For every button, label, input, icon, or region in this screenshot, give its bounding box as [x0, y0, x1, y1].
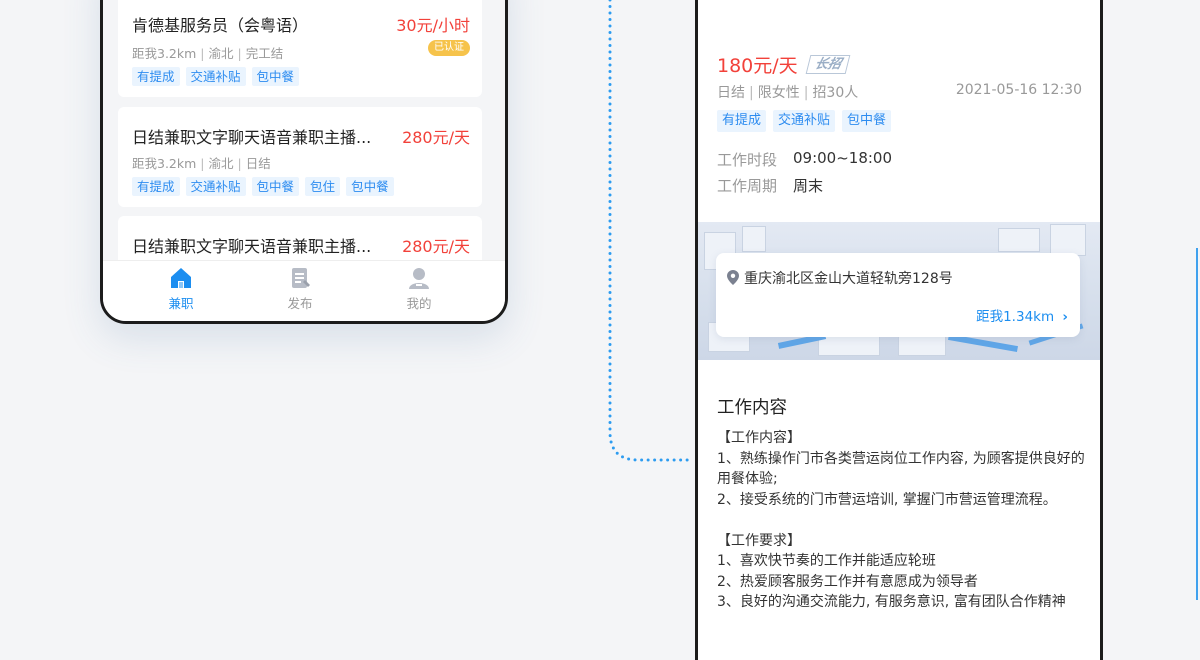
map-building [1050, 224, 1086, 256]
description-line: 【工作内容】 [717, 430, 801, 446]
job-tag: 包中餐 [842, 110, 892, 132]
map-building [818, 334, 880, 356]
work-hours-label: 工作时段 [717, 151, 778, 169]
description-line: 1、喜欢快节奏的工作并能适应轮班 [717, 553, 936, 569]
description-line: 1、熟练操作门市各类营运岗位工作内容, 为顾客提供良好的用餐体验; [717, 450, 1085, 488]
section-title: 工作内容 [717, 398, 787, 418]
gender-limit: 限女性 [757, 85, 800, 101]
verified-badge: 已认证 [428, 40, 470, 56]
job-district: 渝北 [208, 46, 234, 61]
tab-publish[interactable]: 发布 [260, 265, 340, 312]
job-tags: 有提成 交通补贴 包中餐 包住 包中餐 [132, 177, 394, 196]
job-tag: 交通补贴 [773, 110, 836, 132]
job-tag: 包中餐 [251, 67, 300, 86]
headcount: 招30人 [812, 85, 859, 101]
description-line: 【工作要求】 [717, 532, 801, 549]
bottom-tab-bar: 兼职 发布 我的 [103, 260, 505, 321]
tab-label: 兼职 [168, 296, 194, 311]
job-settlement: 完工结 [245, 46, 284, 61]
distance-text: 距我1.34km [976, 309, 1055, 325]
job-meta: 日结 | 限女性 | 招30人 [717, 85, 859, 101]
job-tag: 包中餐 [251, 177, 300, 196]
job-tags: 有提成 交通补贴 包中餐 [132, 67, 300, 86]
job-price: 280元/天 [402, 128, 470, 147]
address-card[interactable]: 重庆渝北区金山大道轻轨旁128号 距我1.34km › [716, 253, 1080, 337]
tab-label: 我的 [406, 296, 432, 311]
post-time: 2021-05-16 12:30 [955, 82, 1082, 98]
job-title: 日结兼职文字聊天语音兼职主播... [132, 237, 372, 256]
edge-connector-line [1196, 248, 1198, 600]
job-distance: 距我3.2km [132, 46, 197, 61]
job-tag: 交通补贴 [185, 67, 246, 86]
job-title: 肯德基服务员（会粤语） [132, 16, 309, 35]
job-tags: 有提成 交通补贴 包中餐 [717, 110, 892, 132]
job-meta: 距我3.2km | 渝北 | 日结 [132, 156, 271, 171]
job-card-body[interactable]: 肯德基服务员（会粤语） 30元/小时 距我3.2km | 渝北 | 完工结 已认证 有提… [118, 0, 482, 97]
description-line: 2、热爱顾客服务工作并有意愿成为领导者 [717, 573, 978, 590]
job-settlement: 日结 [245, 156, 271, 171]
distance-link[interactable]: 距我1.34km › [976, 305, 1068, 325]
long-term-badge: 长招 [805, 55, 851, 74]
work-period-label: 工作周期 [717, 177, 778, 195]
job-tag: 有提成 [717, 110, 767, 132]
job-price: 30元/小时 [396, 16, 470, 35]
description-line: 3、良好的沟通交流能力, 有服务意识, 富有团队合作精神 [717, 594, 1066, 610]
job-district: 渝北 [208, 156, 234, 171]
profile-icon [409, 268, 429, 289]
job-card[interactable]: 日结兼职文字聊天语音兼职主播... 280元/天 距我3.2km | 渝北 | 日结 有… [118, 107, 482, 207]
job-title: 日结兼职文字聊天语音兼职主播... [132, 128, 372, 147]
location-pin-icon [727, 270, 739, 285]
job-detail-phone: 180元/天 长招 日结 | 限女性 | 招30人 2021-05-16 12:30 有… [695, 0, 1103, 660]
map-building [742, 226, 766, 252]
job-tag: 有提成 [132, 67, 180, 86]
map-building [998, 228, 1040, 252]
salary: 180元/天 [717, 55, 798, 77]
job-list-phone: 肯德基服务员（会粤语） 30元/小时 距我3.2km | 渝北 | 完工结 已认证 有提… [100, 0, 508, 324]
job-tag: 包中餐 [346, 177, 394, 196]
tab-profile[interactable]: 我的 [379, 265, 459, 312]
job-tag: 有提成 [132, 177, 180, 196]
job-price: 280元/天 [402, 237, 470, 256]
job-tag: 包住 [305, 177, 341, 196]
home-icon [171, 268, 191, 288]
address-text: 重庆渝北区金山大道轻轨旁128号 [744, 271, 953, 287]
settlement: 日结 [717, 85, 745, 101]
job-description: 【工作内容】 1、熟练操作门市各类营运岗位工作内容, 为顾客提供良好的用餐体验;… [717, 428, 1085, 613]
work-period-value: 周末 [793, 177, 824, 195]
job-distance: 距我3.2km [132, 156, 197, 171]
description-gap [717, 510, 1085, 531]
work-hours-value: 09:00~18:00 [793, 149, 893, 167]
job-meta: 距我3.2km | 渝北 | 完工结 [132, 46, 284, 61]
job-tag: 交通补贴 [185, 177, 246, 196]
publish-icon [292, 268, 310, 288]
tab-part-time[interactable]: 兼职 [141, 265, 221, 312]
chevron-right-icon: › [1062, 309, 1068, 325]
description-line: 2、接受系统的门市营运培训, 掌握门市营运管理流程。 [717, 491, 1057, 508]
tab-label: 发布 [287, 296, 313, 311]
